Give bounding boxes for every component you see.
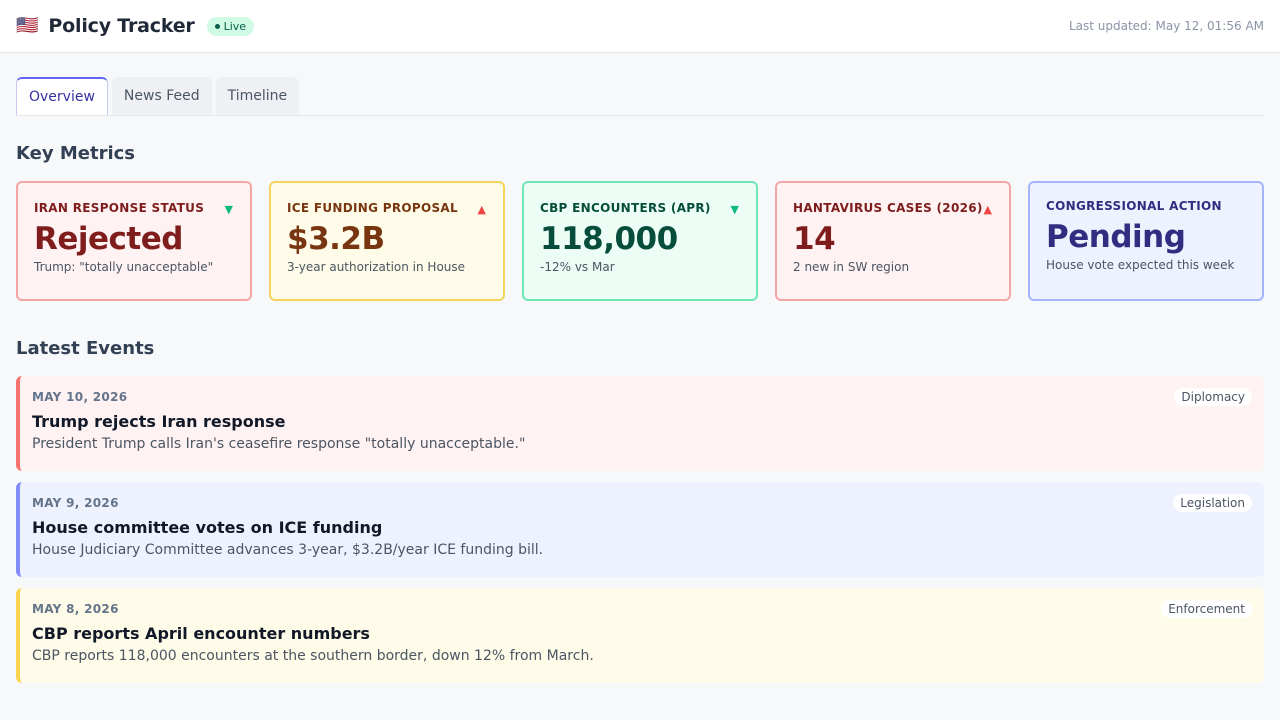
trend-down-icon: ▼	[224, 203, 233, 216]
metric-value: Rejected	[34, 221, 183, 257]
live-label: Live	[223, 19, 247, 33]
metric-subtext: -12% vs Mar	[540, 260, 615, 274]
tab-news-feed[interactable]: News Feed	[111, 77, 212, 115]
live-dot-icon	[214, 23, 220, 29]
trend-up-icon: ▲	[477, 203, 486, 216]
event-category-tag: Enforcement	[1161, 600, 1252, 618]
metric-card-ice-funding: ICE FUNDING PROPOSAL ▲ $3.2B 3-year auth…	[269, 181, 505, 301]
metric-label: ICE FUNDING PROPOSAL	[287, 201, 458, 215]
metric-card-cbp-encounters: CBP ENCOUNTERS (APR) ▼ 118,000 -12% vs M…	[522, 181, 758, 301]
metric-label: IRAN RESPONSE STATUS	[34, 201, 205, 215]
latest-events-heading: Latest Events	[16, 338, 155, 359]
metric-card-hantavirus: HANTAVIRUS CASES (2026) ▲ 14 2 new in SW…	[775, 181, 1011, 301]
event-item[interactable]: MAY 10, 2026 Trump rejects Iran response…	[16, 376, 1264, 471]
metric-value: Pending	[1046, 219, 1186, 255]
metric-subtext: House vote expected this week	[1046, 258, 1235, 272]
metric-label: CONGRESSIONAL ACTION	[1046, 199, 1222, 213]
app-header: 🇺🇸 Policy Tracker Live Last updated: May…	[0, 0, 1280, 53]
metric-card-iran-response: IRAN RESPONSE STATUS ▼ Rejected Trump: "…	[16, 181, 252, 301]
event-title: House committee votes on ICE funding	[32, 518, 383, 537]
event-title: Trump rejects Iran response	[32, 412, 286, 431]
live-status-badge: Live	[206, 16, 255, 36]
event-description: CBP reports 118,000 encounters at the so…	[32, 648, 594, 664]
brand: 🇺🇸 Policy Tracker Live	[16, 15, 255, 37]
metric-label: CBP ENCOUNTERS (APR)	[540, 201, 711, 215]
metric-subtext: 3-year authorization in House	[287, 260, 466, 274]
metric-subtext: 2 new in SW region	[793, 260, 910, 274]
trend-down-icon: ▼	[730, 203, 739, 216]
metric-value: $3.2B	[287, 221, 385, 257]
events-list: MAY 10, 2026 Trump rejects Iran response…	[0, 376, 1280, 683]
tab-overview[interactable]: Overview	[16, 77, 108, 115]
trend-up-icon: ▲	[983, 203, 992, 216]
metric-value: 14	[793, 221, 836, 257]
metrics-row: IRAN RESPONSE STATUS ▼ Rejected Trump: "…	[0, 181, 1280, 301]
metric-card-congressional-action: CONGRESSIONAL ACTION Pending House vote …	[1028, 181, 1264, 301]
event-category-tag: Legislation	[1173, 494, 1252, 512]
tab-timeline[interactable]: Timeline	[215, 77, 300, 115]
metric-value: 118,000	[540, 221, 678, 257]
app-title: Policy Tracker	[48, 15, 195, 37]
metric-subtext: Trump: "totally unacceptable"	[34, 260, 214, 274]
event-description: House Judiciary Committee advances 3-yea…	[32, 542, 544, 558]
event-date: MAY 10, 2026	[32, 390, 128, 404]
event-description: President Trump calls Iran's ceasefire r…	[32, 436, 526, 452]
tab-bar: Overview News Feed Timeline	[16, 77, 1264, 116]
key-metrics-heading: Key Metrics	[16, 143, 135, 164]
event-item[interactable]: MAY 8, 2026 CBP reports April encounter …	[16, 588, 1264, 683]
event-date: MAY 9, 2026	[32, 496, 119, 510]
last-updated-timestamp: Last updated: May 12, 01:56 AM	[1068, 19, 1264, 33]
us-flag-icon: 🇺🇸	[16, 15, 39, 36]
metric-label: HANTAVIRUS CASES (2026)	[793, 201, 983, 215]
event-title: CBP reports April encounter numbers	[32, 624, 370, 643]
event-item[interactable]: MAY 9, 2026 House committee votes on ICE…	[16, 482, 1264, 577]
event-category-tag: Diplomacy	[1174, 388, 1252, 406]
event-date: MAY 8, 2026	[32, 602, 119, 616]
